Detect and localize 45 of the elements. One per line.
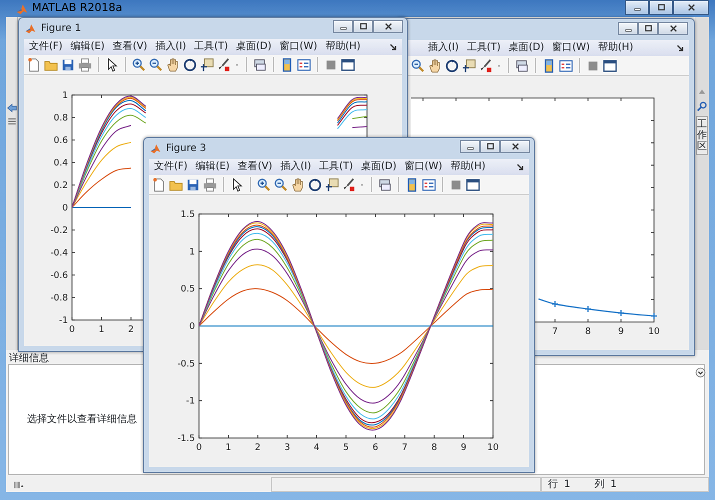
tick-label: -0.8 [50, 294, 68, 304]
tick-label: 0 [62, 204, 68, 214]
tick-label: 1 [98, 325, 104, 335]
tick-label: 0 [69, 325, 75, 335]
tick-label: 9 [618, 327, 624, 337]
tick-label: 3 [284, 443, 290, 453]
status-label: 行 [548, 478, 558, 492]
tick-label: 1.5 [180, 210, 195, 220]
window-title: MATLAB R2018a [32, 0, 122, 16]
tick-label: 10 [648, 327, 660, 337]
status-value: 1 [564, 478, 570, 492]
tick-label: 0.2 [54, 181, 68, 191]
tick-label: 0.6 [54, 136, 68, 146]
tick-label: 0.4 [54, 158, 68, 168]
tick-label: -0.6 [50, 271, 68, 281]
tick-label: 2 [128, 325, 134, 335]
tick-label: -0.2 [50, 226, 68, 236]
panel-header: 详细信息 [6, 350, 49, 364]
tick-label: 1 [189, 247, 195, 258]
tick-label: 0 [196, 443, 202, 453]
tick-label: 8 [431, 443, 438, 453]
window-title: Figure 1 [41, 22, 82, 36]
tick-label: 8 [585, 327, 591, 337]
tick-label: 5 [343, 443, 349, 453]
tick-label: 7 [402, 443, 408, 453]
status-label: 列 [594, 478, 604, 492]
tick-label: -1 [59, 316, 68, 326]
tick-label: -1.5 [177, 434, 195, 444]
tick-label: 10 [487, 443, 499, 453]
tick-label: 6 [372, 443, 378, 453]
tick-label: 2 [254, 443, 261, 453]
tick-label: 1 [226, 443, 232, 453]
tick-label: 1 [62, 91, 68, 101]
panel-message: 选择文件以查看详细信息 [27, 412, 137, 427]
tick-label: 0 [189, 322, 195, 332]
tick-label: 7 [552, 327, 558, 337]
tick-label: -0.4 [50, 248, 68, 258]
window-title: Figure 3 [166, 142, 206, 156]
status-value: 1 [610, 478, 617, 492]
tick-label: 0.8 [54, 114, 68, 124]
tick-label: 9 [460, 443, 466, 453]
tick-label: -1 [186, 396, 195, 407]
tick-label: -0.5 [177, 359, 195, 370]
tick-label: 4 [314, 443, 320, 453]
tick-label: 0.5 [180, 284, 195, 295]
